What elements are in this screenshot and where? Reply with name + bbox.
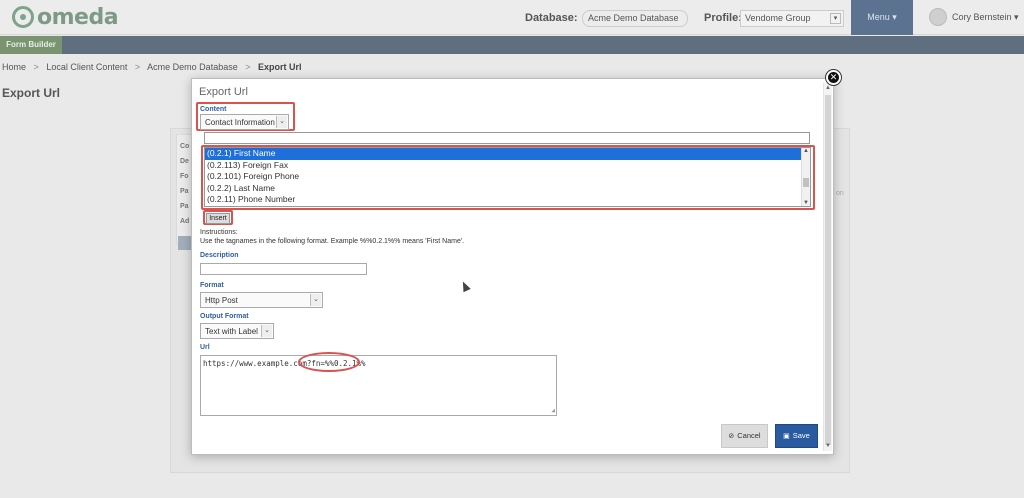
- insert-button[interactable]: Insert: [206, 213, 230, 224]
- logo-ring-icon: [12, 6, 34, 28]
- chevron-up-icon[interactable]: ▲: [825, 85, 831, 91]
- field-listbox[interactable]: (0.2.1) First Name (0.2.113) Foreign Fax…: [204, 147, 811, 207]
- breadcrumb-home[interactable]: Home: [2, 62, 26, 72]
- omeda-logo[interactable]: omeda: [12, 4, 119, 30]
- chevron-down-icon[interactable]: ▼: [825, 443, 831, 449]
- profile-select-value: Vendome Group: [745, 13, 811, 23]
- cancel-icon: ⊘: [728, 433, 735, 440]
- user-name: Cory Bernstein ▾: [952, 11, 1019, 22]
- instructions-text: Use the tagnames in the following format…: [200, 238, 465, 245]
- output-format-value: Text with Label: [205, 327, 258, 336]
- chevron-down-icon: ⌄: [310, 294, 321, 306]
- database-selector[interactable]: Acme Demo Database: [582, 10, 688, 27]
- modal-title: Export Url: [199, 86, 248, 98]
- background-text: on: [836, 190, 844, 197]
- breadcrumb-separator: >: [33, 62, 39, 72]
- format-label: Format: [200, 282, 224, 289]
- breadcrumb-separator: >: [134, 62, 141, 72]
- save-label: Save: [792, 431, 810, 440]
- url-textarea[interactable]: https://www.example.com?fn=%%0.2.1%% ◢: [200, 355, 557, 416]
- field-filter-input[interactable]: [204, 132, 810, 144]
- list-item[interactable]: (0.2.101) Foreign Phone: [205, 171, 810, 183]
- export-url-modal: Export Url Content Contact Information ⌄…: [191, 78, 834, 455]
- breadcrumb-database[interactable]: Acme Demo Database: [147, 62, 238, 72]
- user-menu[interactable]: Cory Bernstein ▾: [929, 8, 1019, 26]
- breadcrumb-current: Export Url: [258, 62, 302, 72]
- page-title: Export Url: [2, 86, 61, 100]
- avatar: [929, 8, 947, 26]
- listbox-scrollbar[interactable]: ▲ ▼: [801, 148, 810, 206]
- instructions-heading: Instructions:: [200, 229, 238, 236]
- save-button[interactable]: ▣ Save: [775, 424, 818, 448]
- database-label-text: Database:: [525, 12, 578, 24]
- modal-scrollbar[interactable]: ▲ ▼: [823, 83, 832, 451]
- url-tag-highlight: [298, 352, 360, 372]
- resize-handle-icon[interactable]: ◢: [551, 407, 555, 414]
- list-item[interactable]: (0.2.11) Phone Number: [205, 194, 810, 206]
- menu-button[interactable]: Menu ▾: [851, 0, 913, 35]
- nav-bar: Form Builder: [0, 36, 1024, 54]
- content-select-value: Contact Information: [205, 118, 275, 127]
- top-bar: omeda Database: ? Acme Demo Database Pro…: [0, 0, 1024, 35]
- format-select-value: Http Post: [205, 296, 238, 305]
- chevron-up-icon[interactable]: ▲: [803, 148, 809, 154]
- url-label: Url: [200, 344, 210, 351]
- chevron-down-icon[interactable]: ▼: [803, 200, 809, 206]
- format-select[interactable]: Http Post ⌄: [200, 292, 323, 308]
- logo-text: omeda: [37, 4, 119, 30]
- content-select[interactable]: Contact Information ⌄: [200, 114, 289, 130]
- profile-select[interactable]: Vendome Group ▾: [740, 10, 844, 27]
- output-format-select[interactable]: Text with Label ⌄: [200, 323, 274, 339]
- output-format-label: Output Format: [200, 313, 249, 320]
- cancel-button[interactable]: ⊘ Cancel: [721, 424, 768, 448]
- save-icon: ▣: [783, 433, 790, 440]
- scroll-thumb[interactable]: [803, 178, 809, 187]
- chevron-down-icon: ▾: [830, 13, 841, 24]
- tab-form-builder[interactable]: Form Builder: [0, 36, 62, 54]
- list-item[interactable]: (0.2.113) Foreign Fax: [205, 160, 810, 172]
- chevron-down-icon: ⌄: [276, 116, 287, 128]
- description-label: Description: [200, 252, 239, 259]
- cancel-label: Cancel: [737, 431, 761, 440]
- breadcrumb: Home > Local Client Content > Acme Demo …: [2, 62, 302, 72]
- profile-label: Profile:: [704, 12, 742, 24]
- content-label: Content: [200, 106, 227, 113]
- chevron-down-icon: ⌄: [261, 325, 272, 337]
- description-input[interactable]: [200, 263, 367, 275]
- list-item[interactable]: (0.2.1) First Name: [205, 148, 810, 160]
- modal-scroll-thumb[interactable]: [825, 95, 831, 445]
- breadcrumb-local-client-content[interactable]: Local Client Content: [46, 62, 127, 72]
- close-icon[interactable]: ✕: [826, 70, 841, 85]
- list-item[interactable]: (0.2.2) Last Name: [205, 183, 810, 195]
- breadcrumb-separator: >: [245, 62, 251, 72]
